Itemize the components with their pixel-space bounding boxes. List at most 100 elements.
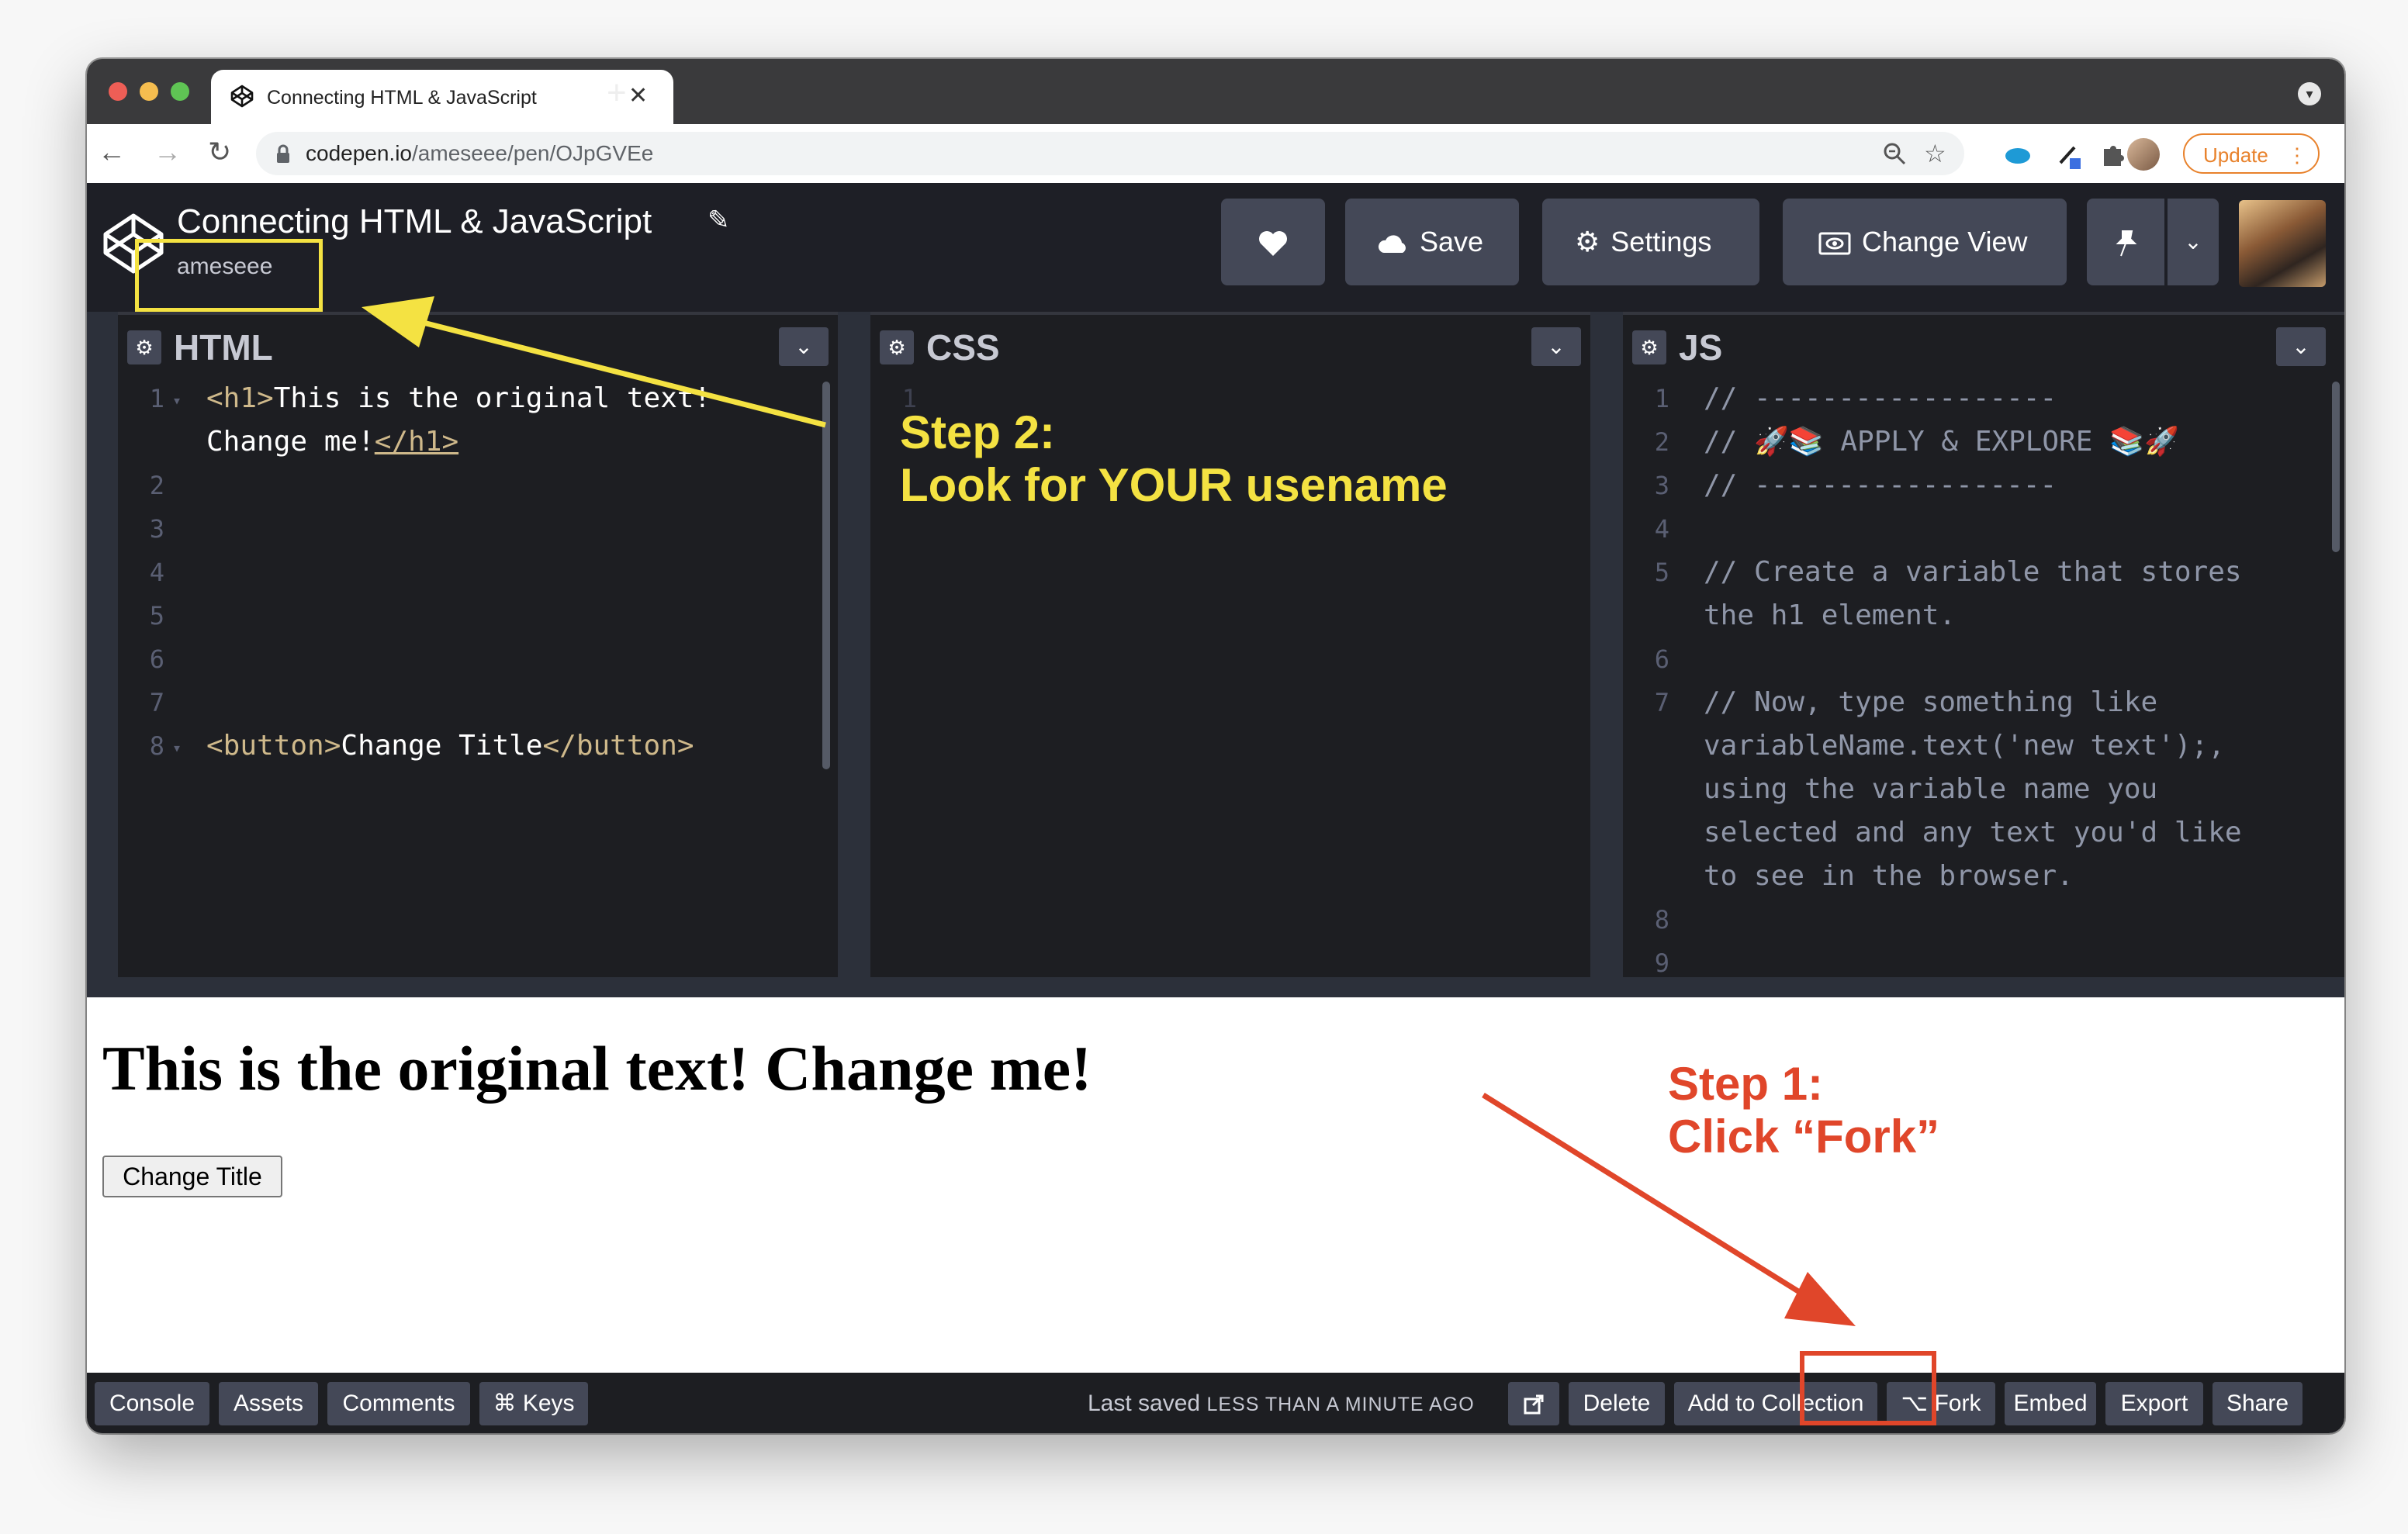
pin-menu-chevron-icon[interactable]: ⌄ bbox=[2168, 199, 2219, 285]
line-number: 1 bbox=[149, 384, 164, 413]
last-saved-time: LESS THAN A MINUTE AGO bbox=[1206, 1394, 1475, 1415]
user-avatar[interactable] bbox=[2239, 200, 2326, 287]
code-tag: <button> bbox=[206, 730, 341, 762]
last-saved-label: Last saved bbox=[1088, 1391, 1201, 1416]
profile-avatar[interactable] bbox=[2127, 138, 2160, 171]
share-button[interactable]: Share bbox=[2213, 1382, 2302, 1425]
js-panel-header: ⚙ JS ⌄ bbox=[1623, 312, 2344, 377]
update-button[interactable]: Update ⋮ bbox=[2183, 133, 2320, 174]
code-text: Change Title bbox=[341, 730, 543, 762]
step1-line2: Click “Fork” bbox=[1668, 1111, 1940, 1163]
maximize-window-icon[interactable] bbox=[171, 82, 189, 101]
code-comment: the h1 element. bbox=[1704, 599, 1956, 631]
js-scrollbar[interactable] bbox=[2332, 382, 2340, 552]
code-comment: // ------------------ bbox=[1704, 382, 2057, 414]
line-number: 8 bbox=[1654, 905, 1669, 935]
js-panel-chevron-down-icon[interactable]: ⌄ bbox=[2276, 327, 2326, 366]
update-label: Update bbox=[2203, 143, 2268, 167]
change-title-button[interactable]: Change Title bbox=[102, 1156, 282, 1197]
save-button[interactable]: Save bbox=[1345, 199, 1519, 285]
export-button[interactable]: Export bbox=[2105, 1382, 2203, 1425]
css-panel-chevron-down-icon[interactable]: ⌄ bbox=[1531, 327, 1581, 366]
js-panel-title: JS bbox=[1679, 327, 1723, 368]
cloud-extension-icon[interactable] bbox=[2003, 140, 2033, 169]
tab-strip: Connecting HTML & JavaScript ✕ + ▾ bbox=[87, 59, 2344, 124]
step1-annotation: Step 1: Click “Fork” bbox=[1668, 1058, 1939, 1163]
eye-icon bbox=[1818, 199, 1851, 285]
js-code-editor[interactable]: 1 // ------------------ 2 // 🚀📚 APPLY & … bbox=[1623, 377, 2344, 990]
code-comment: // 🚀📚 APPLY & EXPLORE 📚🚀 bbox=[1704, 426, 2179, 458]
change-view-button[interactable]: Change View bbox=[1783, 199, 2067, 285]
code-line: <button>Change Title</button> bbox=[206, 724, 694, 768]
step2-annotation: Step 2: Look for YOUR usename bbox=[900, 406, 1448, 512]
pin-button[interactable] bbox=[2087, 199, 2164, 285]
html-panel-header: ⚙ HTML ⌄ bbox=[118, 312, 838, 377]
address-bar[interactable]: codepen.io/ameseee/pen/OJpGVEe ☆ bbox=[256, 132, 1964, 175]
line-number: 7 bbox=[1654, 688, 1669, 717]
line-number: 6 bbox=[149, 644, 164, 674]
pin-icon bbox=[2116, 230, 2137, 257]
code-comment: // ------------------ bbox=[1704, 469, 2057, 501]
line-number: 6 bbox=[1654, 644, 1669, 674]
console-button[interactable]: Console bbox=[95, 1382, 209, 1425]
fold-arrow-icon[interactable]: ▾ bbox=[172, 726, 182, 769]
cloud-icon bbox=[1378, 199, 1409, 285]
codepen-header: Connecting HTML & JavaScript ✎ ameseee S… bbox=[87, 183, 2344, 312]
js-settings-gear-icon[interactable]: ⚙ bbox=[1632, 330, 1666, 364]
edit-pencil-icon[interactable]: ✎ bbox=[708, 205, 730, 236]
line-number: 2 bbox=[149, 471, 164, 500]
embed-button[interactable]: Embed bbox=[2005, 1382, 2096, 1425]
codepen-footer: Console Assets Comments ⌘ Keys Last save… bbox=[87, 1373, 2344, 1433]
puzzle-icon[interactable] bbox=[2098, 140, 2127, 169]
line-number: 3 bbox=[149, 514, 164, 544]
username-highlight-box bbox=[135, 239, 323, 312]
heart-button[interactable] bbox=[1221, 199, 1325, 285]
editor-resize-bar[interactable] bbox=[87, 977, 2344, 997]
new-tab-button[interactable]: + bbox=[607, 76, 627, 110]
zoom-icon[interactable] bbox=[1882, 141, 1907, 166]
preview-heading: This is the original text! Change me! bbox=[102, 1033, 1092, 1104]
eyedropper-extension-icon[interactable] bbox=[2054, 140, 2084, 169]
settings-label: Settings bbox=[1611, 226, 1712, 257]
browser-tab[interactable]: Connecting HTML & JavaScript ✕ bbox=[211, 70, 673, 124]
result-preview: This is the original text! Change me! Ch… bbox=[87, 997, 2344, 1373]
fold-arrow-icon[interactable]: ▾ bbox=[172, 378, 182, 422]
keys-button[interactable]: ⌘ Keys bbox=[479, 1382, 588, 1425]
html-code-editor[interactable]: 1 ▾ <h1>This is the original text! Chang… bbox=[118, 377, 838, 990]
url-text: codepen.io/ameseee/pen/OJpGVEe bbox=[306, 140, 653, 168]
comments-button[interactable]: Comments bbox=[327, 1382, 470, 1425]
code-tag: <h1> bbox=[206, 382, 274, 414]
chevron-down-icon[interactable]: ▾ bbox=[2298, 82, 2321, 105]
code-text: Change me! bbox=[206, 426, 375, 458]
html-panel-chevron-down-icon[interactable]: ⌄ bbox=[779, 327, 829, 366]
assets-button[interactable]: Assets bbox=[219, 1382, 318, 1425]
code-line: Change me!</h1> bbox=[206, 420, 458, 464]
reload-icon[interactable]: ↻ bbox=[208, 136, 231, 168]
pen-title[interactable]: Connecting HTML & JavaScript bbox=[177, 200, 652, 244]
lock-icon bbox=[277, 144, 289, 163]
code-tag: </h1> bbox=[374, 426, 459, 458]
more-menu-icon: ⋮ bbox=[2287, 143, 2307, 167]
codepen-favicon-icon bbox=[230, 85, 254, 108]
minimize-window-icon[interactable] bbox=[140, 82, 158, 101]
step1-line1: Step 1: bbox=[1668, 1058, 1824, 1110]
settings-button[interactable]: ⚙ Settings bbox=[1542, 199, 1759, 285]
code-comment: variableName.text('new text');, bbox=[1704, 730, 2225, 762]
code-tag: </button> bbox=[542, 730, 694, 762]
html-scrollbar[interactable] bbox=[822, 382, 830, 769]
code-comment: using the variable name you bbox=[1704, 773, 2158, 805]
tab-close-icon[interactable]: ✕ bbox=[628, 82, 648, 110]
external-link-icon[interactable] bbox=[1508, 1382, 1559, 1425]
code-comment: // Now, type something like bbox=[1704, 686, 2158, 718]
close-window-icon[interactable] bbox=[109, 82, 127, 101]
line-number: 5 bbox=[149, 601, 164, 631]
code-text: This is the original text! bbox=[273, 382, 711, 414]
html-settings-gear-icon[interactable]: ⚙ bbox=[127, 330, 161, 364]
forward-arrow-icon[interactable]: → bbox=[154, 136, 182, 168]
tab-title: Connecting HTML & JavaScript bbox=[267, 87, 537, 109]
back-arrow-icon[interactable]: ← bbox=[98, 136, 126, 168]
html-panel-title: HTML bbox=[174, 327, 273, 368]
css-settings-gear-icon[interactable]: ⚙ bbox=[880, 330, 914, 364]
delete-button[interactable]: Delete bbox=[1569, 1382, 1665, 1425]
star-icon[interactable]: ☆ bbox=[1924, 140, 1946, 168]
